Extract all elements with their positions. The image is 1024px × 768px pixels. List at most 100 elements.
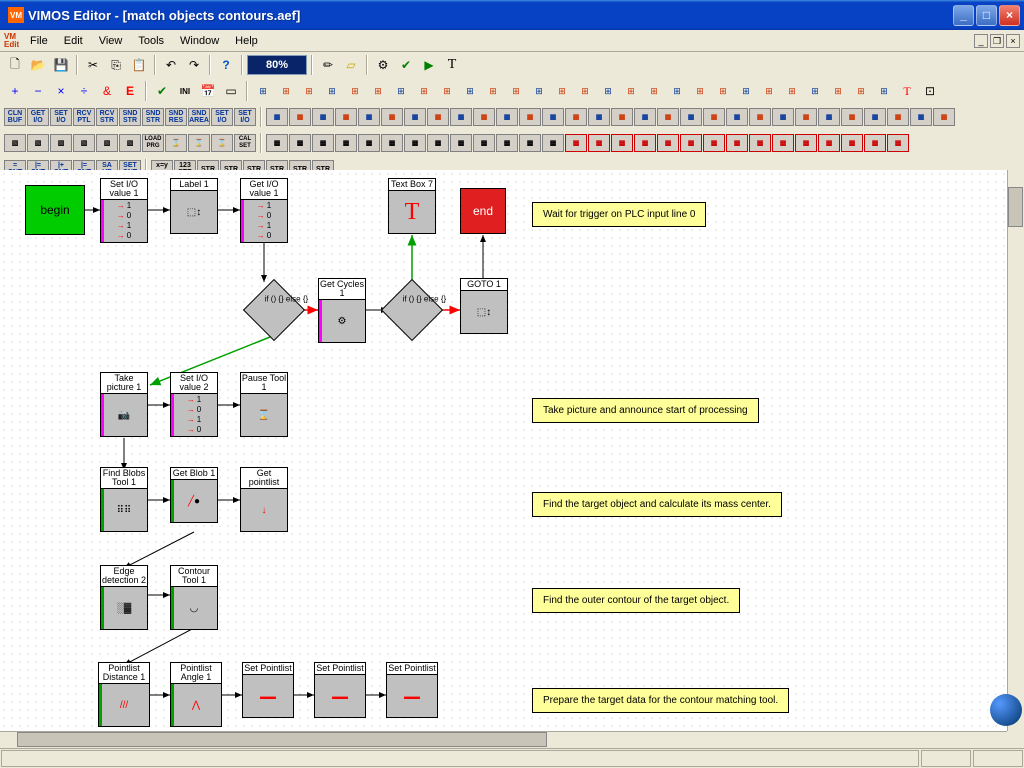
t2c-13[interactable]: ▩ — [565, 134, 587, 152]
mod-grid-28[interactable]: ▦ — [910, 108, 932, 126]
t2-3[interactable]: ▧ — [73, 134, 95, 152]
mdi-minimize[interactable]: _ — [974, 34, 988, 48]
t2c-27[interactable]: ▩ — [887, 134, 909, 152]
open-button[interactable]: 📂 — [27, 54, 49, 76]
t2c-5[interactable]: ▩ — [381, 134, 403, 152]
node-end[interactable]: end — [460, 188, 506, 234]
mdi-restore[interactable]: ❐ — [990, 34, 1004, 48]
node-getcycles[interactable]: Get Cycles 1⚙ — [318, 278, 366, 343]
mod-rcvptl[interactable]: RCVPTL — [73, 108, 95, 126]
mod-grid-26[interactable]: ▦ — [864, 108, 886, 126]
t2-0[interactable]: ▧ — [4, 134, 26, 152]
tool-op-15[interactable]: ⊞ — [597, 80, 619, 102]
menu-edit[interactable]: Edit — [56, 33, 91, 49]
maximize-button[interactable]: □ — [976, 5, 997, 26]
tool-op-14[interactable]: ⊞ — [574, 80, 596, 102]
t2c-14[interactable]: ▩ — [588, 134, 610, 152]
t2c-7[interactable]: ▩ — [427, 134, 449, 152]
t2c-11[interactable]: ▩ — [519, 134, 541, 152]
menu-file[interactable]: File — [22, 33, 56, 49]
tool-mul[interactable]: × — [50, 80, 72, 102]
tool-op-21[interactable]: ⊞ — [735, 80, 757, 102]
tool-op-8[interactable]: ⊞ — [436, 80, 458, 102]
t2c-2[interactable]: ▩ — [312, 134, 334, 152]
paste-button[interactable]: 📋 — [128, 54, 150, 76]
tool-op-12[interactable]: ⊞ — [528, 80, 550, 102]
t2b-1[interactable]: ⌛ — [188, 134, 210, 152]
text-tool[interactable]: T — [441, 54, 463, 76]
t2c-9[interactable]: ▩ — [473, 134, 495, 152]
mod-grid-15[interactable]: ▦ — [611, 108, 633, 126]
tool-op-11[interactable]: ⊞ — [505, 80, 527, 102]
tool-div[interactable]: ÷ — [73, 80, 95, 102]
tool-op-10[interactable]: ⊞ — [482, 80, 504, 102]
tool-check[interactable]: ✔ — [151, 80, 173, 102]
mod-grid-19[interactable]: ▦ — [703, 108, 725, 126]
t2c-23[interactable]: ▩ — [795, 134, 817, 152]
t2c-0[interactable]: ▩ — [266, 134, 288, 152]
t2c-18[interactable]: ▩ — [680, 134, 702, 152]
settings-button[interactable]: ⚙ — [372, 54, 394, 76]
mod-rcvstr[interactable]: RCVSTR — [96, 108, 118, 126]
tool-op-25[interactable]: ⊞ — [827, 80, 849, 102]
tool-op-9[interactable]: ⊞ — [459, 80, 481, 102]
t2-1[interactable]: ▧ — [27, 134, 49, 152]
node-plistangle[interactable]: Pointlist Angle 1⋀ — [170, 662, 222, 727]
t2c-21[interactable]: ▩ — [749, 134, 771, 152]
validate-button[interactable]: ✔ — [395, 54, 417, 76]
mod-grid-16[interactable]: ▦ — [634, 108, 656, 126]
tool-op-24[interactable]: ⊞ — [804, 80, 826, 102]
t2c-20[interactable]: ▩ — [726, 134, 748, 152]
help-button[interactable]: ? — [215, 54, 237, 76]
pointer-tool[interactable]: ✏ — [317, 54, 339, 76]
mod-grid-29[interactable]: ▦ — [933, 108, 955, 126]
new-button[interactable]: 🗋 — [4, 54, 26, 76]
mod-sndarea[interactable]: SNDAREA — [188, 108, 210, 126]
tool-op-23[interactable]: ⊞ — [781, 80, 803, 102]
t2c-12[interactable]: ▩ — [542, 134, 564, 152]
tool-add[interactable]: + — [4, 80, 26, 102]
node-setio2[interactable]: Set I/O value 2→1→0→1→0 — [170, 372, 218, 437]
tool-t[interactable]: T — [896, 80, 918, 102]
mod-grid-1[interactable]: ▦ — [289, 108, 311, 126]
mod-grid-25[interactable]: ▦ — [841, 108, 863, 126]
t2c-3[interactable]: ▩ — [335, 134, 357, 152]
t2c-22[interactable]: ▩ — [772, 134, 794, 152]
node-textbox7[interactable]: Text Box 7T — [388, 178, 436, 234]
mod-grid-27[interactable]: ▦ — [887, 108, 909, 126]
node-setplist3[interactable]: Set Pointlist▬▬ — [386, 662, 438, 718]
mod-grid-12[interactable]: ▦ — [542, 108, 564, 126]
mod-grid-7[interactable]: ▦ — [427, 108, 449, 126]
tool-op-17[interactable]: ⊞ — [643, 80, 665, 102]
mod-grid-5[interactable]: ▦ — [381, 108, 403, 126]
menu-window[interactable]: Window — [172, 33, 227, 49]
tool-op-6[interactable]: ⊞ — [390, 80, 412, 102]
tool-op-27[interactable]: ⊞ — [873, 80, 895, 102]
horizontal-scrollbar[interactable] — [0, 731, 1007, 748]
mod-grid-20[interactable]: ▦ — [726, 108, 748, 126]
node-getblob[interactable]: Get Blob 1╱● — [170, 467, 218, 523]
run-button[interactable]: ▶ — [418, 54, 440, 76]
t2b-0[interactable]: ⌛ — [165, 134, 187, 152]
node-label1[interactable]: Label 1⬚↕ — [170, 178, 218, 234]
mod-getio[interactable]: GETI/O — [27, 108, 49, 126]
mod-grid-13[interactable]: ▦ — [565, 108, 587, 126]
node-goto1[interactable]: GOTO 1⬚↕ — [460, 278, 508, 334]
menu-help[interactable]: Help — [227, 33, 266, 49]
mod-grid-3[interactable]: ▦ — [335, 108, 357, 126]
mod-setio[interactable]: SETI/O — [50, 108, 72, 126]
flow-canvas[interactable]: begin Set I/O value 1→1→0→1→0 Label 1⬚↕ … — [0, 170, 1024, 748]
menu-tools[interactable]: Tools — [130, 33, 172, 49]
mod-calset[interactable]: CALSET — [234, 134, 256, 152]
t2-5[interactable]: ▧ — [119, 134, 141, 152]
tool-op-5[interactable]: ⊞ — [367, 80, 389, 102]
node-ifelse-2[interactable]: if () {} else {} — [381, 279, 443, 341]
zoom-select[interactable]: 80% — [247, 55, 307, 75]
tool-op-4[interactable]: ⊞ — [344, 80, 366, 102]
node-ifelse-1[interactable]: if () {} else {} — [243, 279, 305, 341]
tool-rect[interactable]: ▭ — [220, 80, 242, 102]
mod-grid-24[interactable]: ▦ — [818, 108, 840, 126]
mod-grid-4[interactable]: ▦ — [358, 108, 380, 126]
t2c-26[interactable]: ▩ — [864, 134, 886, 152]
t2c-24[interactable]: ▩ — [818, 134, 840, 152]
